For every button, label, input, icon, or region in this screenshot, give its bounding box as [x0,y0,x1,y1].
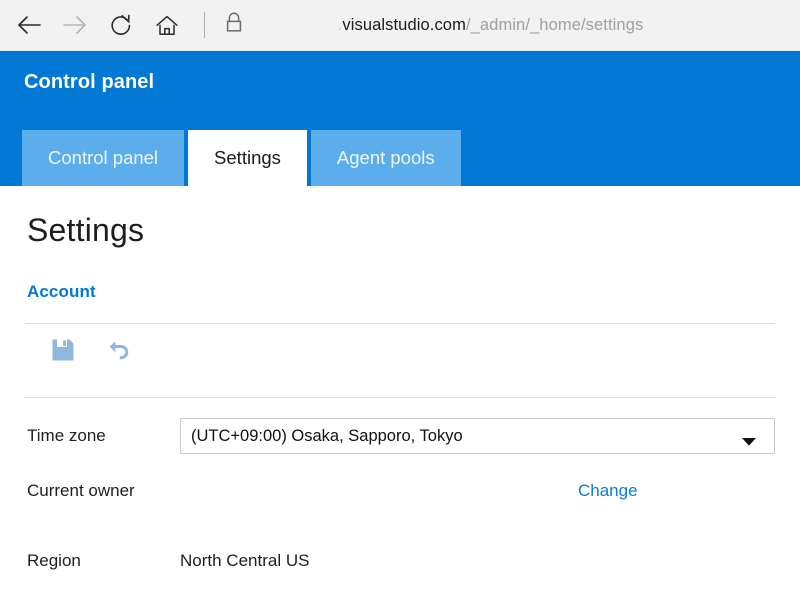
region-label: Region [27,551,81,570]
app-header: Control panel Control panel Settings Age… [0,51,800,186]
change-owner-link[interactable]: Change [578,481,638,501]
browser-toolbar: . visualstudio.com/_admin/_home/settings [0,0,800,51]
url-path: /_admin/_home/settings [465,15,644,34]
form-row-region: Region North Central US [25,544,775,578]
site-security-button[interactable] [217,3,251,47]
timezone-selected-value: (UTC+09:00) Osaka, Sapporo, Tokyo [191,426,463,445]
forward-arrow-icon [62,14,88,36]
tab-label: Control panel [48,147,159,168]
account-settings-form: Time zone (UTC+09:00) Osaka, Sapporo, To… [25,398,775,578]
padlock-icon [224,11,244,40]
home-icon [155,14,179,37]
timezone-label: Time zone [27,426,106,445]
tab-label: Agent pools [336,147,435,168]
pivot-account[interactable]: Account [27,282,96,302]
toolbar-separator [204,12,205,38]
home-button[interactable] [144,3,190,47]
settings-content: Settings Account Time zone (UTC+09:00) O… [0,212,800,578]
tab-bar: Control panel Settings Agent pools [22,130,461,186]
back-arrow-icon [16,14,42,36]
tab-settings[interactable]: Settings [188,130,307,186]
form-row-current-owner: Current owner Change [25,474,775,508]
chevron-down-icon [741,432,757,446]
pivot-bar: Account [27,282,775,302]
forward-button[interactable] [52,3,98,47]
settings-toolbar [25,324,775,376]
tab-control-panel[interactable]: Control panel [22,130,185,186]
current-owner-label: Current owner [27,481,135,500]
tab-agent-pools[interactable]: Agent pools [310,130,461,186]
back-button[interactable] [6,3,52,47]
form-row-timezone: Time zone (UTC+09:00) Osaka, Sapporo, To… [25,418,775,454]
undo-button[interactable] [91,328,147,372]
timezone-select[interactable]: (UTC+09:00) Osaka, Sapporo, Tokyo [180,418,775,454]
save-floppy-icon [50,337,76,363]
url-domain: visualstudio.com [342,15,466,34]
undo-arrow-icon [106,337,132,363]
save-button[interactable] [35,328,91,372]
page-header-title: Control panel [24,71,155,93]
page-title: Settings [27,212,145,248]
refresh-icon [109,13,133,37]
address-bar[interactable]: . visualstudio.com/_admin/_home/settings [251,16,800,35]
refresh-button[interactable] [98,3,144,47]
region-value: North Central US [180,551,310,570]
tab-label: Settings [214,147,281,168]
